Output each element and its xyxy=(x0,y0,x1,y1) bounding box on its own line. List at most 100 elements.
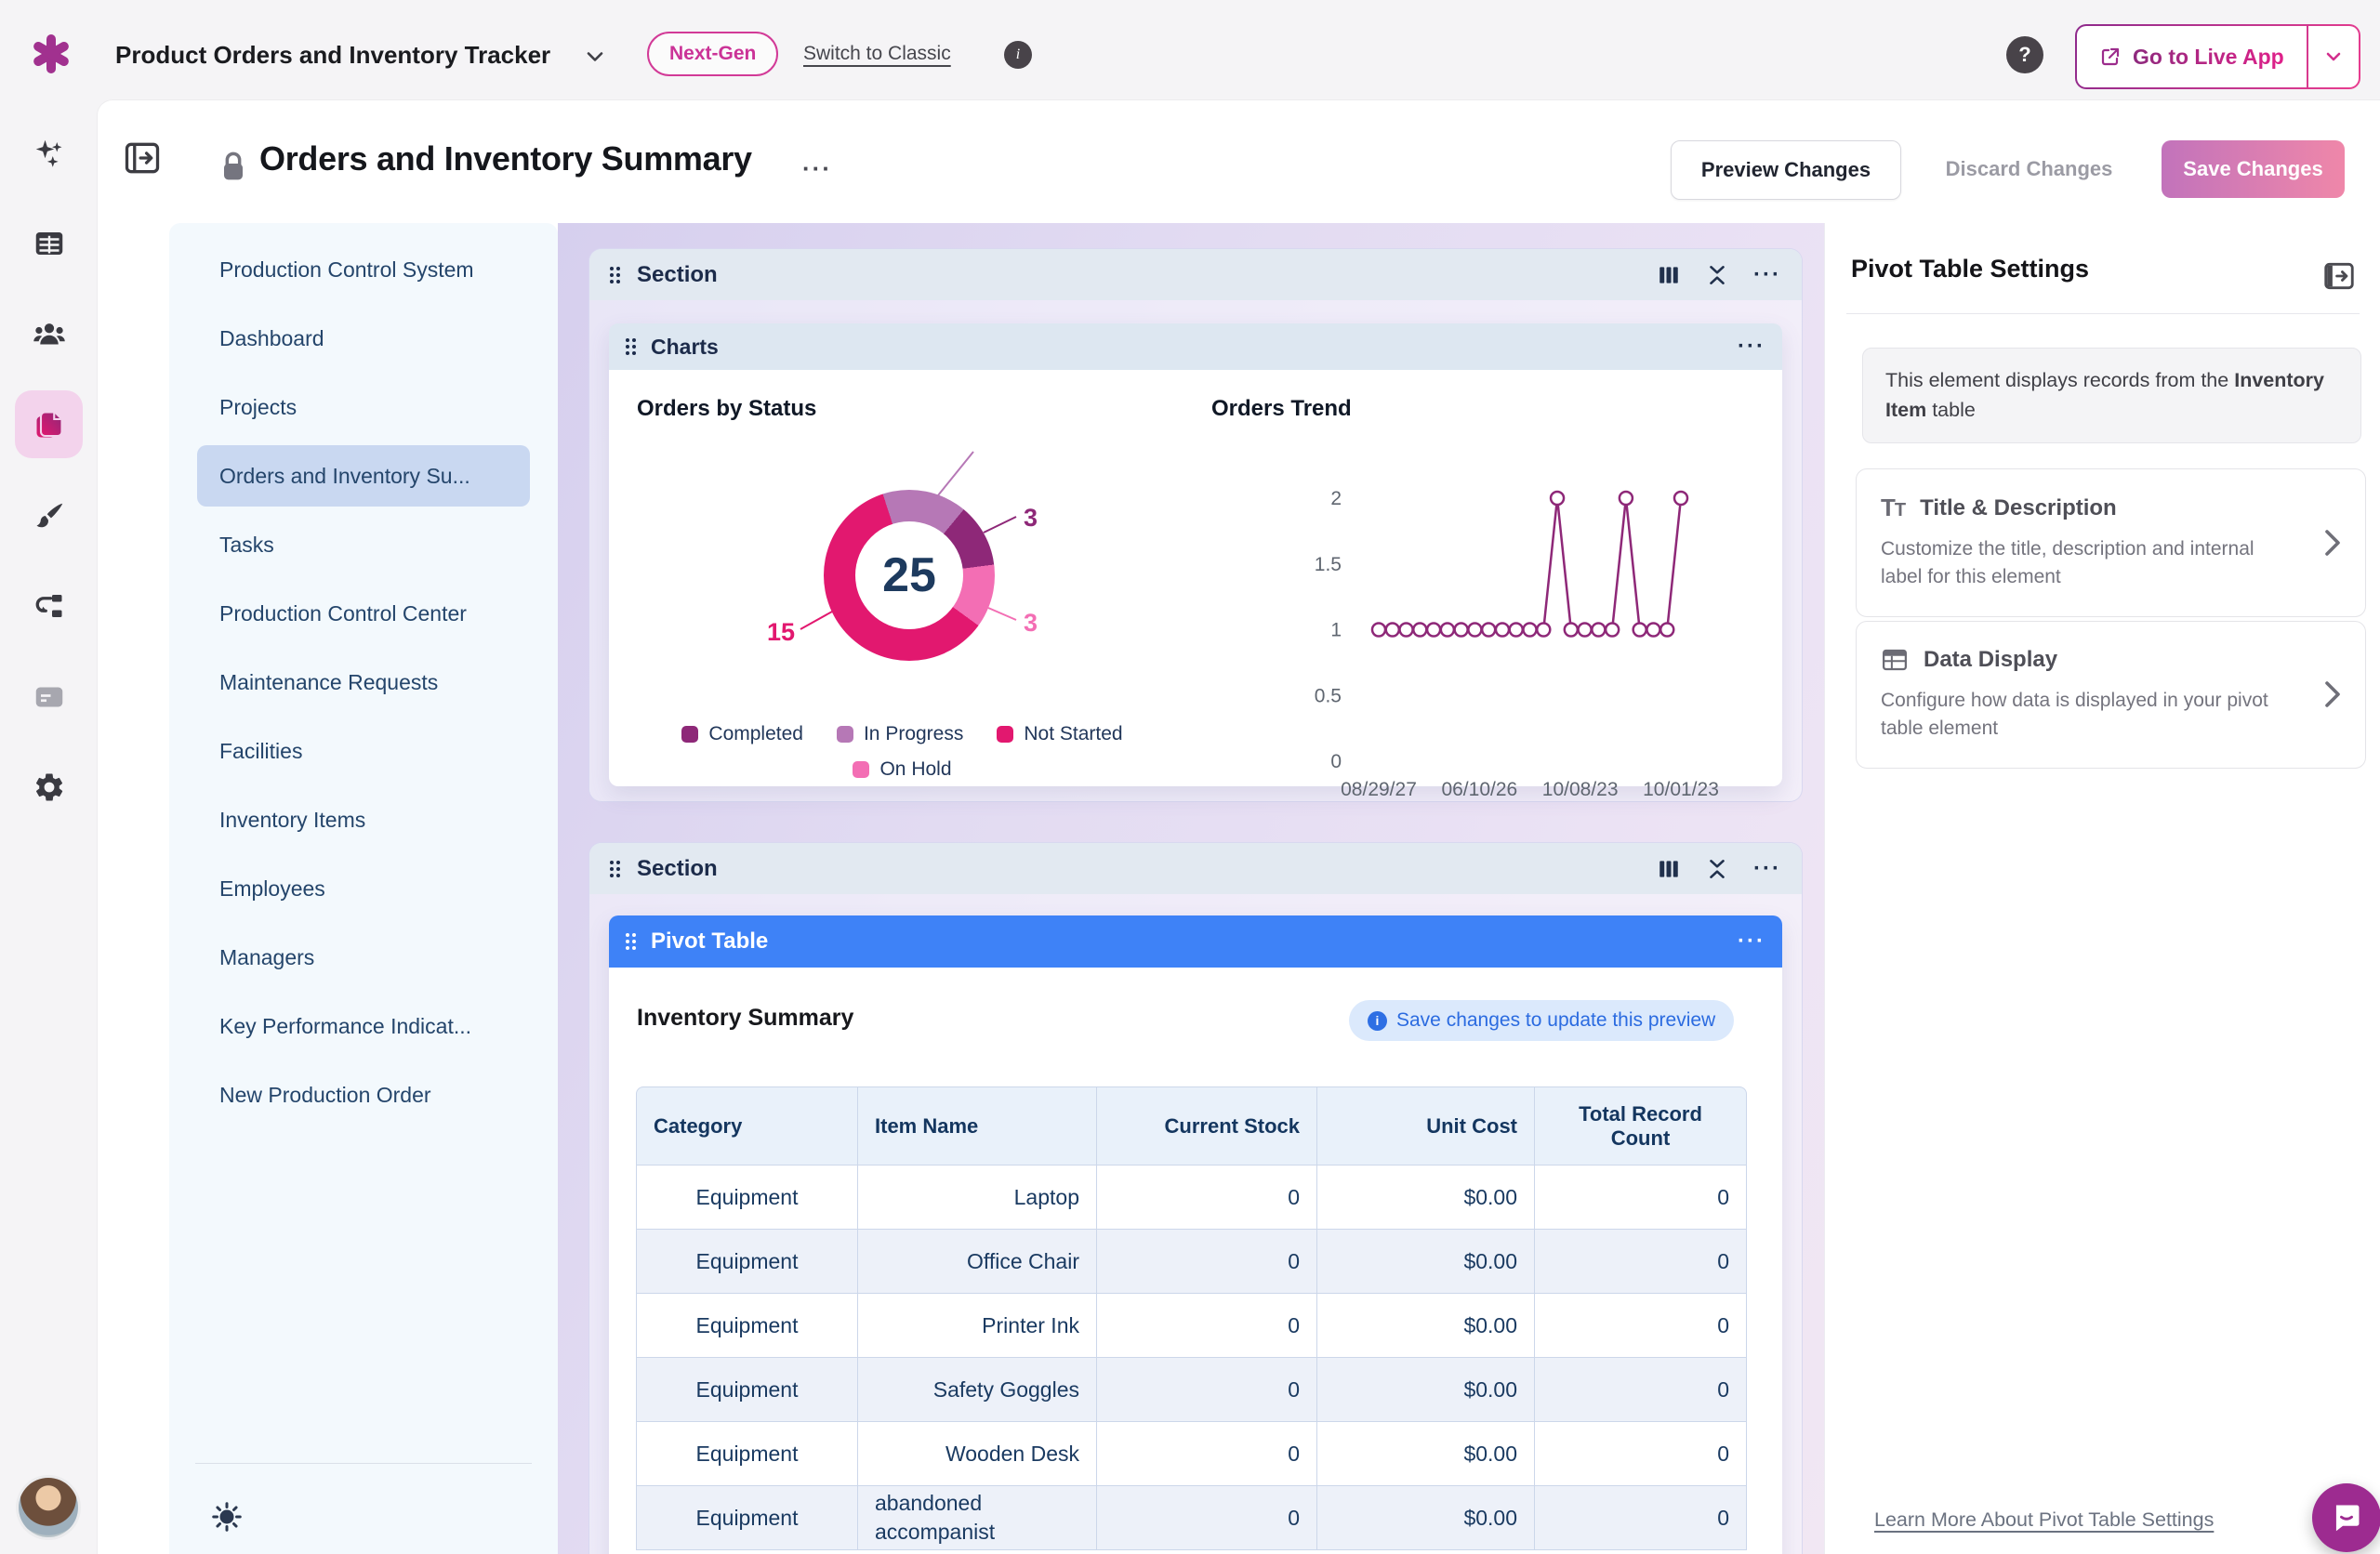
card-title: Data Display xyxy=(1924,647,2057,673)
drag-handle-icon[interactable] xyxy=(610,861,620,877)
sidebar-divider xyxy=(195,1463,532,1464)
table-cell: 0 xyxy=(1097,1230,1317,1294)
app-switcher-chevron-icon[interactable] xyxy=(584,46,606,68)
sidebar-item[interactable]: Employees xyxy=(197,858,530,919)
sidebar-item[interactable]: Production Control System xyxy=(197,239,530,300)
billing-card-icon xyxy=(33,680,66,714)
app-title[interactable]: Product Orders and Inventory Tracker xyxy=(115,41,550,70)
rail-item-billing[interactable] xyxy=(15,663,83,731)
table-cell: 0 xyxy=(1535,1486,1747,1550)
rail-item-design[interactable] xyxy=(15,481,83,549)
data-table-icon xyxy=(1881,646,1909,674)
charts-menu-button[interactable]: ··· xyxy=(1738,336,1765,358)
section-menu-button[interactable]: ··· xyxy=(1753,858,1781,880)
legend-item: Completed xyxy=(681,723,803,745)
table-cell: 0 xyxy=(1535,1166,1747,1230)
table-cell: 0 xyxy=(1535,1422,1747,1486)
sidebar-item[interactable]: Managers xyxy=(197,927,530,988)
table-cell: Equipment xyxy=(636,1166,858,1230)
columns-layout-icon[interactable] xyxy=(1657,263,1681,287)
svg-text:10/01/23: 10/01/23 xyxy=(1643,779,1719,800)
legend-item: In Progress xyxy=(837,723,963,745)
table-cell: Equipment xyxy=(636,1294,858,1358)
table-row[interactable]: EquipmentOffice Chair0$0.000 xyxy=(636,1230,1747,1294)
workflow-icon xyxy=(33,589,66,623)
callout-on-hold: 3 xyxy=(1024,609,1038,637)
rail-item-data[interactable] xyxy=(15,209,83,277)
collapse-section-icon[interactable] xyxy=(1705,263,1729,287)
svg-text:1: 1 xyxy=(1330,620,1342,641)
rail-item-members[interactable] xyxy=(15,300,83,368)
charts-element-label: Charts xyxy=(651,335,719,360)
rail-item-sparkles[interactable] xyxy=(15,119,83,187)
discard-changes-button[interactable]: Discard Changes xyxy=(1930,140,2128,198)
drag-handle-icon[interactable] xyxy=(626,338,636,355)
sidebar-item[interactable]: Tasks xyxy=(197,514,530,575)
user-avatar[interactable] xyxy=(19,1478,78,1537)
go-to-live-app-button[interactable]: Go to Live App xyxy=(2075,24,2360,89)
rail-item-settings[interactable] xyxy=(15,753,83,821)
section-header[interactable]: Section ··· xyxy=(589,843,1802,894)
charts-element[interactable]: Charts ··· Orders by Status Orders Trend… xyxy=(609,323,1782,786)
rail-item-automations[interactable] xyxy=(15,572,83,639)
table-header-row: CategoryItem NameCurrent StockUnit CostT… xyxy=(636,1086,1747,1166)
learn-more-link[interactable]: Learn More About Pivot Table Settings xyxy=(1874,1508,2214,1532)
sidebar-item[interactable]: Key Performance Indicat... xyxy=(197,995,530,1057)
table-cell: 0 xyxy=(1535,1358,1747,1422)
sidebar-item[interactable]: Inventory Items xyxy=(197,789,530,850)
pivot-data-table[interactable]: CategoryItem NameCurrent StockUnit CostT… xyxy=(636,1086,1747,1550)
collapse-panel-icon[interactable] xyxy=(2321,258,2357,294)
collapse-section-icon[interactable] xyxy=(1705,857,1729,881)
pivot-element-header[interactable]: Pivot Table ··· xyxy=(609,915,1782,968)
table-row[interactable]: EquipmentSafety Goggles0$0.000 xyxy=(636,1358,1747,1422)
preview-notice-text: Save changes to update this preview xyxy=(1396,1009,1715,1032)
pivot-menu-button[interactable]: ··· xyxy=(1738,930,1765,953)
sidebar-item[interactable]: Projects xyxy=(197,376,530,438)
smartsuite-logo-icon[interactable] xyxy=(31,33,72,74)
users-icon xyxy=(33,318,66,351)
collapse-sidebar-icon[interactable] xyxy=(122,138,163,178)
title-description-card[interactable]: TT Title & Description Customize the tit… xyxy=(1856,468,2366,617)
save-changes-button[interactable]: Save Changes xyxy=(2162,140,2345,198)
column-header: Item Name xyxy=(858,1086,1097,1166)
column-header: Total Record Count xyxy=(1535,1086,1747,1166)
pages-icon xyxy=(33,408,66,441)
live-app-dropdown-button[interactable] xyxy=(2308,26,2359,87)
info-icon[interactable]: i xyxy=(1004,41,1032,69)
table-row[interactable]: EquipmentWooden Desk0$0.000 xyxy=(636,1422,1747,1486)
sidebar-item[interactable]: Orders and Inventory Su... xyxy=(197,445,530,507)
drag-handle-icon[interactable] xyxy=(626,933,636,950)
help-icon[interactable]: ? xyxy=(2006,36,2043,73)
page-menu-button[interactable]: ··· xyxy=(802,156,832,180)
sidebar-item[interactable]: Maintenance Requests xyxy=(197,652,530,713)
section-menu-button[interactable]: ··· xyxy=(1753,264,1781,286)
drag-handle-icon[interactable] xyxy=(610,267,620,283)
card-title: Title & Description xyxy=(1920,495,2117,521)
data-display-card[interactable]: Data Display Configure how data is displ… xyxy=(1856,621,2366,769)
pivot-table-element[interactable]: Pivot Table ··· Inventory Summary i Save… xyxy=(609,915,1782,1554)
table-row[interactable]: EquipmentPrinter Ink0$0.000 xyxy=(636,1294,1747,1358)
theme-toggle-sun-icon[interactable] xyxy=(210,1500,244,1534)
switch-to-classic-link[interactable]: Switch to Classic xyxy=(803,43,951,65)
table-cell: Equipment xyxy=(636,1230,858,1294)
table-cell: abandoned accompanist xyxy=(858,1486,1097,1550)
page-canvas: Section ··· Charts xyxy=(558,223,1824,1554)
donut-callouts: 3 3 15 xyxy=(646,450,1167,729)
section-charts[interactable]: Section ··· Charts xyxy=(588,248,1803,802)
columns-layout-icon[interactable] xyxy=(1657,857,1681,881)
section-pivot[interactable]: Section ··· Pivot Table xyxy=(588,842,1803,1554)
rail-item-pages[interactable] xyxy=(15,390,83,458)
charts-element-header[interactable]: Charts ··· xyxy=(609,323,1782,370)
column-header: Current Stock xyxy=(1097,1086,1317,1166)
preview-changes-button[interactable]: Preview Changes xyxy=(1671,140,1901,200)
sidebar-item[interactable]: Dashboard xyxy=(197,308,530,369)
table-row[interactable]: EquipmentLaptop0$0.000 xyxy=(636,1166,1747,1230)
section-header[interactable]: Section ··· xyxy=(589,249,1802,300)
app-root: Product Orders and Inventory Tracker Nex… xyxy=(0,0,2380,1554)
legend-chip xyxy=(853,761,869,778)
sidebar-item[interactable]: New Production Order xyxy=(197,1064,530,1126)
sidebar-item[interactable]: Production Control Center xyxy=(197,583,530,644)
table-row[interactable]: Equipmentabandoned accompanist0$0.000 xyxy=(636,1486,1747,1550)
chat-launcher-button[interactable] xyxy=(2312,1483,2380,1552)
sidebar-item[interactable]: Facilities xyxy=(197,720,530,782)
